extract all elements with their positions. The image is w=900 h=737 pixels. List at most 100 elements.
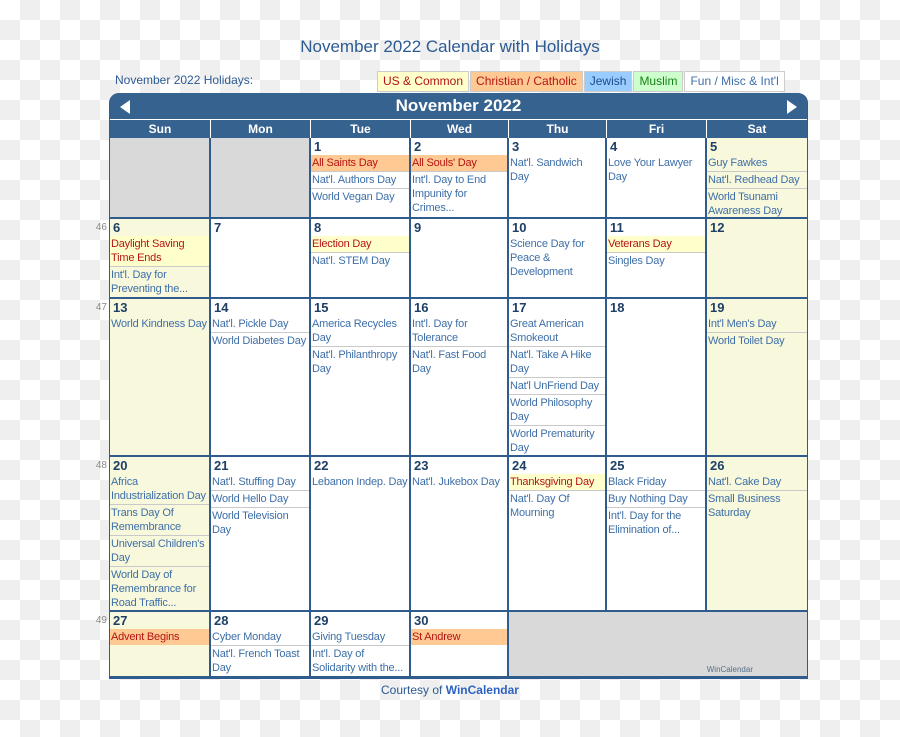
holiday-event[interactable]: World Kindness Day xyxy=(110,316,209,332)
holiday-event[interactable]: World Day of Remembrance for Road Traffi… xyxy=(110,567,209,610)
holiday-event[interactable]: World Prematurity Day xyxy=(509,426,605,455)
holiday-event[interactable]: Buy Nothing Day xyxy=(607,491,705,508)
holiday-event[interactable]: World Tsunami Awareness Day xyxy=(707,189,807,217)
day-cell[interactable]: 3 Nat'l. Sandwich Day xyxy=(509,138,607,219)
holiday-event[interactable]: Nat'l. Take A Hike Day xyxy=(509,347,605,378)
day-cell[interactable]: 16 Int'l. Day for Tolerance Nat'l. Fast Fo… xyxy=(411,299,509,457)
holiday-event[interactable]: Nat'l. Sandwich Day xyxy=(509,155,605,185)
holiday-event[interactable]: Love Your Lawyer Day xyxy=(607,155,705,185)
triangle-right-icon[interactable] xyxy=(787,100,797,114)
day-of-week-fri: Fri xyxy=(607,120,707,139)
holiday-event[interactable]: Nat'l. Cake Day xyxy=(707,474,807,491)
holiday-event[interactable]: Advent Begins xyxy=(110,629,209,645)
holiday-event[interactable]: Thanksgiving Day xyxy=(509,474,605,491)
courtesy-footer: Courtesy of WinCalendar xyxy=(0,683,900,697)
holiday-event[interactable]: Nat'l. Stuffing Day xyxy=(211,474,309,491)
day-cell[interactable]: 9 xyxy=(411,219,509,299)
holiday-event[interactable]: Nat'l. Redhead Day xyxy=(707,172,807,189)
day-number: 3 xyxy=(512,139,520,154)
holiday-event[interactable]: Int'l. Day of Solidarity with the... xyxy=(311,646,409,676)
holiday-event[interactable]: Nat'l UnFriend Day xyxy=(509,378,605,395)
legend-us-common[interactable]: US & Common xyxy=(377,71,470,92)
day-cell[interactable]: 19 Int'l Men's Day World Toilet Day xyxy=(707,299,807,457)
day-cell[interactable]: 11 Veterans Day Singles Day xyxy=(607,219,707,299)
holiday-event[interactable]: Election Day xyxy=(311,236,409,253)
day-cell[interactable]: 13 World Kindness Day xyxy=(110,299,211,457)
courtesy-text: Courtesy of xyxy=(381,683,446,697)
day-cell[interactable]: 28 Cyber Monday Nat'l. French Toast Day xyxy=(211,612,311,678)
holiday-legend: US & Common Christian / Catholic Jewish … xyxy=(377,71,785,92)
holiday-event[interactable]: Science Day for Peace & Development xyxy=(509,236,605,280)
holiday-event[interactable]: World Philosophy Day xyxy=(509,395,605,426)
legend-jewish[interactable]: Jewish xyxy=(583,71,633,92)
day-cell[interactable]: 15 America Recycles Day Nat'l. Philanthrop… xyxy=(311,299,411,457)
day-cell[interactable]: 29 Giving Tuesday Int'l. Day of Solidarity… xyxy=(311,612,411,678)
day-cell[interactable]: 4 Love Your Lawyer Day xyxy=(607,138,707,219)
holiday-event[interactable]: Int'l. Day for Tolerance xyxy=(411,316,507,347)
holiday-event[interactable]: Int'l. Day for Preventing the... xyxy=(110,267,209,297)
holiday-event[interactable]: World Vegan Day xyxy=(311,189,409,205)
holiday-event[interactable]: Great American Smokeout xyxy=(509,316,605,347)
holiday-event[interactable]: St Andrew xyxy=(411,629,507,645)
day-number: 15 xyxy=(314,300,329,315)
holiday-event[interactable]: All Souls' Day xyxy=(411,155,507,172)
holiday-event[interactable]: Guy Fawkes xyxy=(707,155,807,172)
day-cell[interactable]: 17 Great American Smokeout Nat'l. Take A H… xyxy=(509,299,607,457)
day-cell[interactable]: 2 All Souls' Day Int'l. Day to End Impunit… xyxy=(411,138,509,219)
holiday-event[interactable]: Trans Day Of Remembrance xyxy=(110,505,209,536)
day-cell[interactable]: 5 Guy Fawkes Nat'l. Redhead Day World Tsuna… xyxy=(707,138,807,219)
holiday-event[interactable]: Nat'l. Fast Food Day xyxy=(411,347,507,377)
day-cell[interactable]: 7 xyxy=(211,219,311,299)
holiday-event[interactable]: Nat'l. French Toast Day xyxy=(211,646,309,676)
holiday-event[interactable]: All Saints Day xyxy=(311,155,409,172)
holiday-event[interactable]: Small Business Saturday xyxy=(707,491,807,521)
holiday-event[interactable]: Veterans Day xyxy=(607,236,705,253)
holiday-event[interactable]: Giving Tuesday xyxy=(311,629,409,646)
day-cell[interactable]: 26 Nat'l. Cake Day Small Business Saturday xyxy=(707,457,807,612)
day-cell[interactable]: 21 Nat'l. Stuffing Day World Hello Day Worl… xyxy=(211,457,311,612)
holiday-event[interactable]: Nat'l. STEM Day xyxy=(311,253,409,269)
holiday-event[interactable]: Int'l. Day to End Impunity for Crimes... xyxy=(411,172,507,216)
legend-fun-misc[interactable]: Fun / Misc & Int'l xyxy=(684,71,785,92)
triangle-left-icon[interactable] xyxy=(120,100,130,114)
holiday-event[interactable]: Africa Industrialization Day xyxy=(110,474,209,505)
holiday-event[interactable]: World Television Day xyxy=(211,508,309,538)
day-cell[interactable]: 8 Election Day Nat'l. STEM Day xyxy=(311,219,411,299)
holiday-event[interactable]: World Diabetes Day xyxy=(211,333,309,349)
legend-christian-catholic[interactable]: Christian / Catholic xyxy=(470,71,583,92)
week-number: 47 xyxy=(95,302,107,313)
holiday-event[interactable]: Nat'l. Pickle Day xyxy=(211,316,309,333)
wincalendar-link[interactable]: WinCalendar xyxy=(446,683,519,697)
holiday-event[interactable]: World Hello Day xyxy=(211,491,309,508)
day-cell[interactable]: 6 Daylight Saving Time Ends Int'l. Day for… xyxy=(110,219,211,299)
holiday-event[interactable]: America Recycles Day xyxy=(311,316,409,347)
day-cell[interactable]: 14 Nat'l. Pickle Day World Diabetes Day xyxy=(211,299,311,457)
holiday-event[interactable]: Lebanon Indep. Day xyxy=(311,474,409,490)
day-cell[interactable]: 18 xyxy=(607,299,707,457)
day-cell[interactable]: 23 Nat'l. Jukebox Day xyxy=(411,457,509,612)
holiday-event[interactable]: Nat'l. Jukebox Day xyxy=(411,474,507,490)
holiday-event[interactable]: Nat'l. Day Of Mourning xyxy=(509,491,605,521)
day-cell[interactable]: 12 xyxy=(707,219,807,299)
day-cell[interactable]: 30 St Andrew xyxy=(411,612,509,678)
holiday-event[interactable]: Nat'l. Philanthropy Day xyxy=(311,347,409,377)
legend-muslim[interactable]: Muslim xyxy=(633,71,684,92)
day-cell[interactable]: 1 All Saints Day Nat'l. Authors Day World V… xyxy=(311,138,411,219)
holiday-event[interactable]: Universal Children's Day xyxy=(110,536,209,567)
day-cell[interactable]: 22 Lebanon Indep. Day xyxy=(311,457,411,612)
holiday-event[interactable]: Nat'l. Authors Day xyxy=(311,172,409,189)
day-cell[interactable]: 24 Thanksgiving Day Nat'l. Day Of Mourning xyxy=(509,457,607,612)
day-cell[interactable]: 20 Africa Industrialization Day Trans Day … xyxy=(110,457,211,612)
holiday-event[interactable]: Daylight Saving Time Ends xyxy=(110,236,209,267)
holiday-event[interactable]: Cyber Monday xyxy=(211,629,309,646)
day-number: 21 xyxy=(214,458,229,473)
empty-day-cell xyxy=(110,138,211,219)
day-cell[interactable]: 10 Science Day for Peace & Development xyxy=(509,219,607,299)
day-cell[interactable]: 27 Advent Begins xyxy=(110,612,211,678)
day-cell[interactable]: 25 Black Friday Buy Nothing Day Int'l. Day … xyxy=(607,457,707,612)
holiday-event[interactable]: World Toilet Day xyxy=(707,333,807,349)
holiday-event[interactable]: Int'l. Day for the Elimination of... xyxy=(607,508,705,538)
holiday-event[interactable]: Singles Day xyxy=(607,253,705,269)
holiday-event[interactable]: Int'l Men's Day xyxy=(707,316,807,333)
holiday-event[interactable]: Black Friday xyxy=(607,474,705,491)
